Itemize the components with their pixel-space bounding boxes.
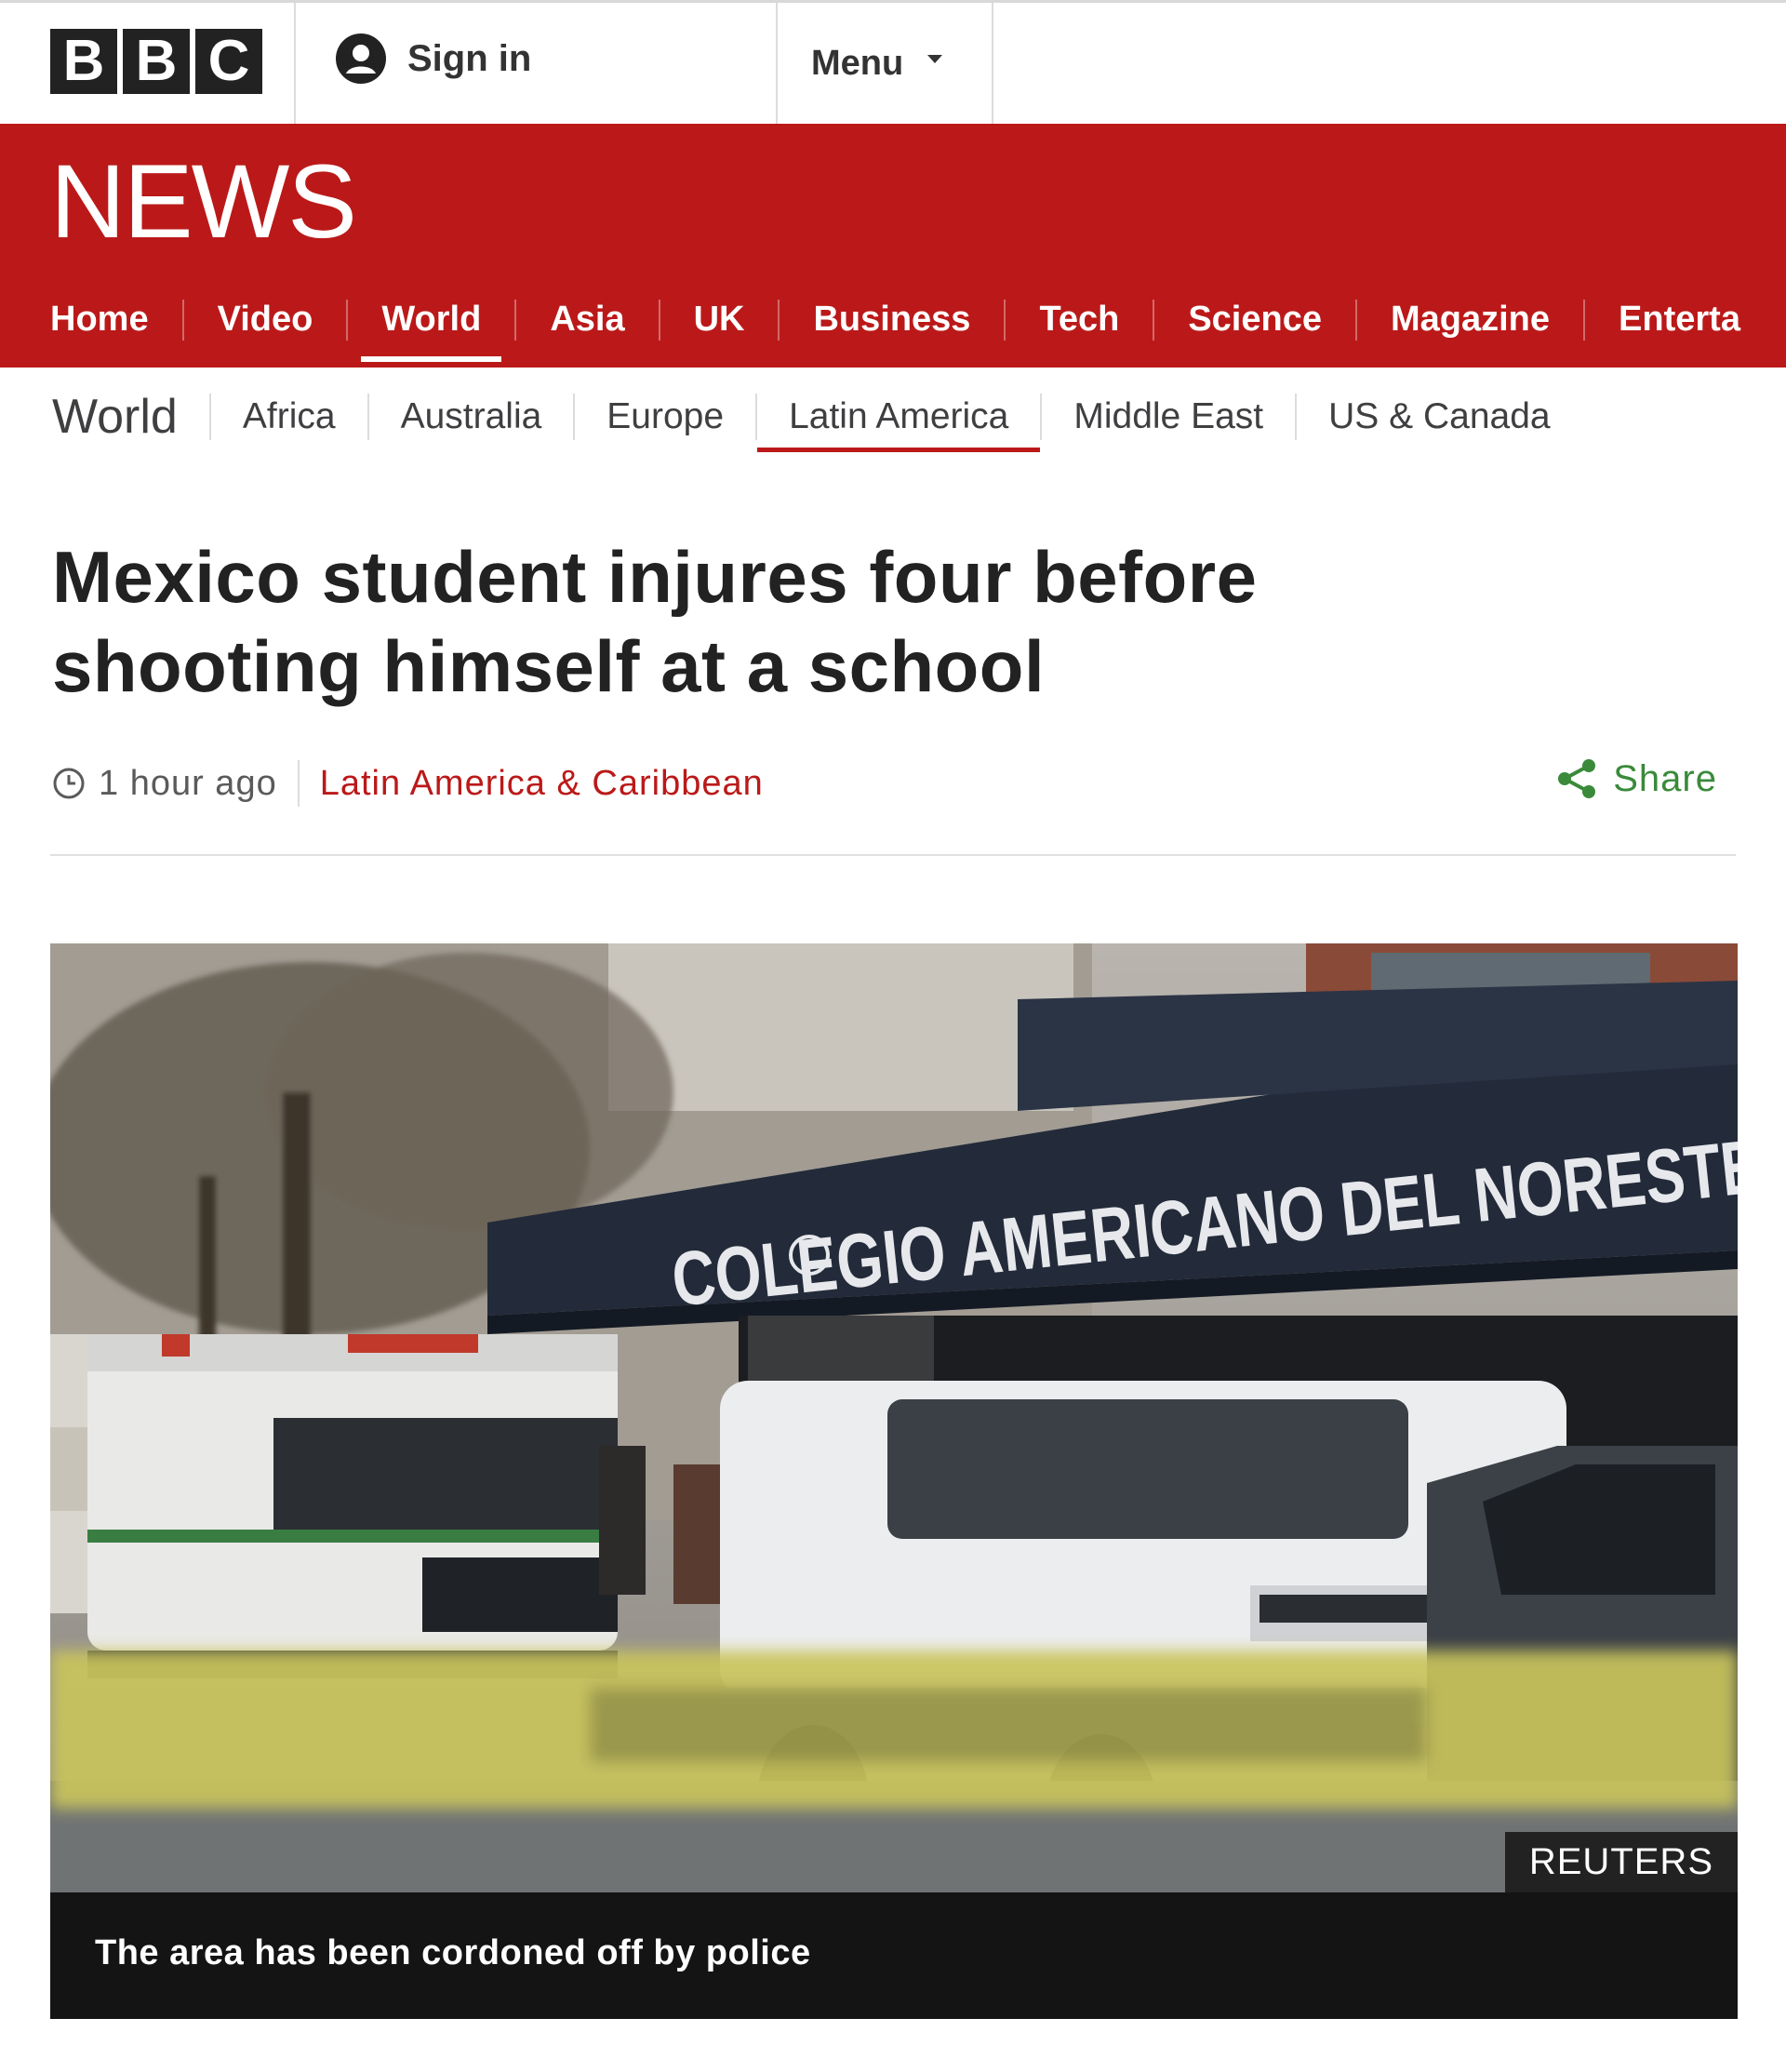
news-header: NEWS Home Video World Asia UK Business T… (0, 124, 1786, 368)
share-icon (1558, 759, 1596, 798)
section-title[interactable]: World (0, 393, 209, 441)
topic-link[interactable]: Latin America & Caribbean (320, 764, 764, 804)
story-headline: Mexico student injures four before shoot… (52, 532, 1540, 711)
image-caption: The area has been cordoned off by police (50, 1892, 1738, 2019)
image-credit: REUTERS (1504, 1832, 1738, 1892)
timestamp: 1 hour ago (99, 763, 277, 803)
subnav-item-africa[interactable]: Africa (211, 368, 367, 465)
subnav-item-middle-east[interactable]: Middle East (1042, 368, 1295, 465)
divider (992, 3, 993, 127)
nav-item-asia[interactable]: Asia (516, 273, 658, 368)
news-logo[interactable]: NEWS (50, 150, 357, 254)
menu-label: Menu (811, 44, 904, 83)
story-image: COLEGIO AMERICANO DEL NORESTE REUTERS (50, 943, 1738, 1892)
nav-item-home[interactable]: Home (0, 273, 182, 368)
bbc-logo-letter: B (50, 29, 117, 94)
clock-icon (53, 768, 85, 799)
subnav-item-europe[interactable]: Europe (575, 368, 755, 465)
school-scene-image: COLEGIO AMERICANO DEL NORESTE (50, 943, 1738, 1892)
sign-in-label: Sign in (407, 37, 532, 79)
chevron-down-icon (927, 55, 943, 63)
nav-item-entertainment[interactable]: Enterta (1585, 273, 1774, 368)
story-meta: 1 hour ago Latin America & Caribbean Sha… (52, 755, 1717, 811)
divider (50, 854, 1736, 856)
menu-button[interactable]: Menu (811, 44, 943, 84)
nav-item-video[interactable]: Video (184, 273, 347, 368)
divider (776, 3, 778, 127)
sign-in-link[interactable]: Sign in (335, 33, 531, 85)
nav-item-science[interactable]: Science (1154, 273, 1355, 368)
main-nav: Home Video World Asia UK Business Tech S… (0, 273, 1786, 368)
divider (294, 3, 296, 127)
divider (297, 760, 300, 807)
top-bar: B B C Sign in Menu (0, 0, 1786, 127)
bbc-logo-letter: C (195, 29, 262, 94)
sub-nav: World Africa Australia Europe Latin Amer… (0, 368, 1786, 465)
nav-item-uk[interactable]: UK (660, 273, 779, 368)
bbc-logo-letter: B (123, 29, 190, 94)
nav-item-magazine[interactable]: Magazine (1357, 273, 1583, 368)
user-icon (336, 33, 386, 84)
headline-line: Mexico student injures four before (52, 536, 1258, 618)
image-caption-text: The area has been cordoned off by police (95, 1933, 811, 1972)
subnav-item-australia[interactable]: Australia (369, 368, 574, 465)
subnav-item-us-canada[interactable]: US & Canada (1297, 368, 1581, 465)
share-button[interactable]: Share (1553, 755, 1717, 802)
bbc-logo[interactable]: B B C (50, 29, 262, 94)
subnav-item-latin-america[interactable]: Latin America (757, 368, 1041, 465)
headline-line: shooting himself at a school (52, 625, 1046, 707)
share-label: Share (1613, 757, 1717, 799)
nav-item-world[interactable]: World (348, 273, 514, 368)
nav-item-tech[interactable]: Tech (1006, 273, 1153, 368)
nav-item-business[interactable]: Business (780, 273, 1004, 368)
